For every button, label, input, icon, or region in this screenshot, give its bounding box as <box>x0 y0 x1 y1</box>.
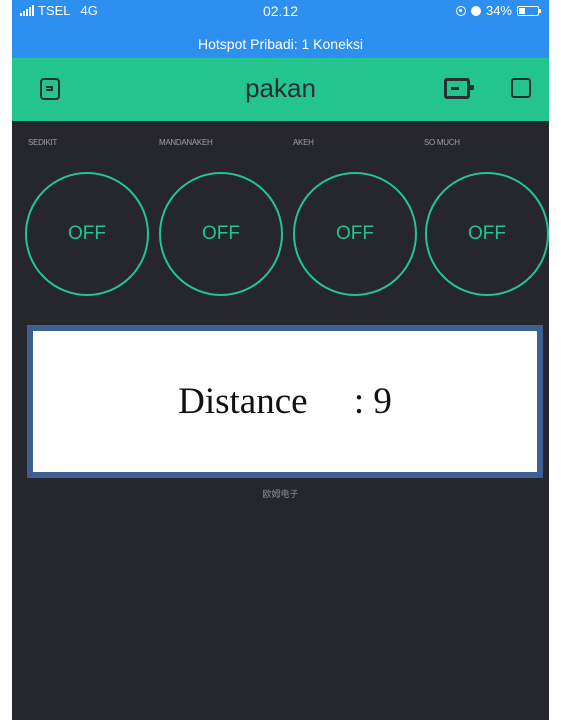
square-icon[interactable] <box>511 78 531 98</box>
button-sedikit[interactable]: OFF <box>25 172 149 296</box>
button-mandanakeh[interactable]: OFF <box>159 172 283 296</box>
label-so-much: SO MUCH <box>424 138 460 147</box>
label-mandanakeh: MANDANAKEH <box>159 138 213 147</box>
label-akeh: AKEH <box>293 138 314 147</box>
display-screen: Distance : 9 <box>33 331 537 472</box>
display-caption: 欧姆电子 <box>262 489 299 499</box>
button-so-much[interactable]: OFF <box>425 172 549 296</box>
hotspot-banner[interactable]: Hotspot Pribadi: 1 Koneksi <box>12 35 549 53</box>
location-icon <box>455 5 466 16</box>
alarm-icon <box>470 5 481 16</box>
app-frame: TSEL 4G 02.12 34% Hotspot Pribadi: 1 Kon… <box>12 0 549 720</box>
status-bar: TSEL 4G 02.12 34% Hotspot Pribadi: 1 Kon… <box>12 0 549 58</box>
status-right: 34% <box>455 3 541 18</box>
battery-icon <box>517 5 541 16</box>
distance-display: Distance : 9 <box>27 325 543 478</box>
button-akeh[interactable]: OFF <box>293 172 417 296</box>
device-icon[interactable] <box>444 78 474 99</box>
button-labels: SEDIKIT MANDANAKEH AKEH SO MUCH <box>12 138 549 152</box>
distance-text: Distance : 9 <box>178 381 392 422</box>
battery-fill <box>519 7 525 14</box>
battery-percent: 34% <box>485 3 512 18</box>
label-sedikit: SEDIKIT <box>28 138 58 147</box>
app-header: pakan <box>12 58 549 121</box>
